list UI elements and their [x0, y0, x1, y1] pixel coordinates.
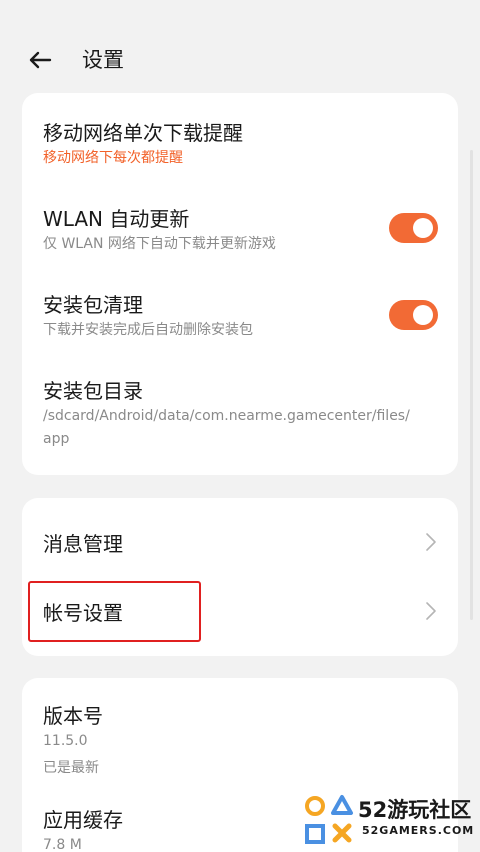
download-settings-card: 移动网络单次下载提醒 移动网络下每次都提醒 WLAN 自动更新 仅 WLAN 网… [22, 93, 458, 475]
scrollbar[interactable] [470, 150, 473, 620]
wlan-update-subtitle: 仅 WLAN 网络下自动下载并更新游戏 [43, 236, 276, 252]
package-dir-row[interactable]: 安装包目录 /sdcard/Android/data/com.nearme.ga… [22, 357, 458, 467]
app-cache-title: 应用缓存 [43, 808, 123, 832]
package-dir-path-line2: app [43, 431, 70, 447]
package-cleanup-row: 安装包清理 下载并安装完成后自动删除安装包 [22, 271, 458, 357]
back-button[interactable] [26, 46, 54, 74]
package-cleanup-title: 安装包清理 [43, 293, 143, 317]
wlan-update-toggle[interactable] [389, 213, 438, 243]
mobile-alert-title: 移动网络单次下载提醒 [43, 121, 243, 145]
version-status: 已是最新 [43, 760, 99, 776]
message-management-row[interactable]: 消息管理 [22, 506, 458, 578]
page-title: 设置 [82, 48, 124, 72]
version-title: 版本号 [43, 704, 103, 728]
gamepad-symbols-logo-icon [305, 795, 353, 844]
app-cache-value: 7.8 M [43, 837, 82, 852]
mobile-alert-row[interactable]: 移动网络单次下载提醒 移动网络下每次都提醒 [22, 93, 458, 179]
back-arrow-icon [29, 51, 52, 69]
version-value: 11.5.0 [43, 733, 88, 749]
chevron-right-icon [426, 533, 436, 551]
mobile-alert-subtitle: 移动网络下每次都提醒 [43, 150, 183, 166]
toggle-knob [413, 305, 433, 325]
management-card: 消息管理 帐号设置 [22, 498, 458, 656]
account-settings-row[interactable]: 帐号设置 [22, 578, 458, 650]
wlan-update-title: WLAN 自动更新 [43, 207, 190, 231]
toggle-knob [413, 218, 433, 238]
status-bar [0, 0, 480, 24]
chevron-right-icon [426, 602, 436, 620]
header: 设置 [0, 24, 480, 94]
wlan-update-row: WLAN 自动更新 仅 WLAN 网络下自动下载并更新游戏 [22, 185, 458, 271]
message-management-title: 消息管理 [43, 532, 123, 556]
package-dir-title: 安装包目录 [43, 379, 143, 403]
package-dir-path-line1: /sdcard/Android/data/com.nearme.gamecent… [43, 408, 410, 424]
package-cleanup-subtitle: 下载并安装完成后自动删除安装包 [43, 322, 253, 338]
watermark-subtitle: 52GAMERS.COM [362, 824, 475, 837]
version-row[interactable]: 版本号 11.5.0 已是最新 [22, 678, 458, 790]
account-settings-title: 帐号设置 [43, 601, 123, 625]
watermark: 52游玩社区 52GAMERS.COM [300, 790, 480, 850]
watermark-title: 52游玩社区 [358, 798, 472, 822]
package-cleanup-toggle[interactable] [389, 300, 438, 330]
